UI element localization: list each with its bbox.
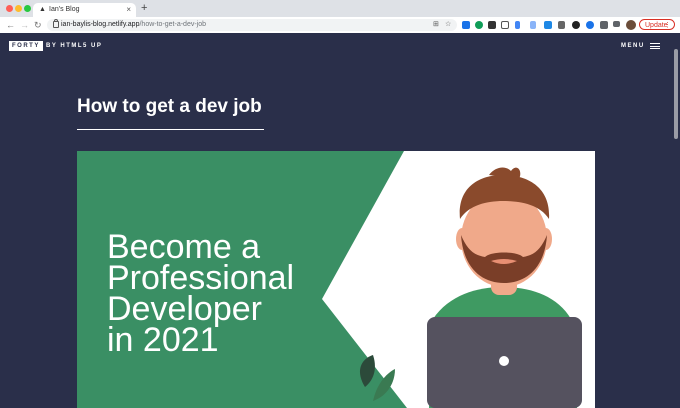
new-tab-button[interactable]: + [141,2,147,15]
bookmark-star-icon[interactable]: ☆ [445,21,451,29]
profile-avatar[interactable] [626,20,636,30]
browser-tab-bar: ▲ Ian's Blog × + [0,0,680,17]
translate-icon[interactable]: ⊞ [433,21,439,29]
back-button[interactable]: ← [6,19,15,31]
extension-icon[interactable] [572,21,580,29]
scrollbar-thumb[interactable] [674,49,678,139]
browser-toolbar: ← → ↻ ian-baylis-blog.netlify.app/how-to… [0,17,680,34]
extension-icon[interactable] [488,21,496,29]
reading-list-icon[interactable] [613,21,620,27]
page-scrollbar[interactable] [672,33,680,408]
site-logo[interactable]: FORTY [9,41,43,51]
post-title: How to get a dev job [77,96,262,117]
minimize-window-button[interactable] [15,5,22,12]
hamburger-icon[interactable] [650,43,660,49]
tab-title: Ian's Blog [49,6,80,13]
puzzle-icon[interactable] [600,21,608,29]
update-button[interactable]: Update ⋮ [639,19,675,30]
hero-line: in 2021 [107,321,219,359]
extension-icon[interactable] [530,21,536,29]
url-text[interactable]: ian-baylis-blog.netlify.app/how-to-get-a… [61,21,206,29]
site-favicon-icon: ▲ [39,6,46,13]
page-content: FORTY BY HTML5 UP MENU How to get a dev … [0,33,680,408]
more-icon[interactable]: ⋮ [664,20,671,31]
hero-headline: Become a Professional Developer in 2021 [107,230,294,359]
forward-button[interactable]: → [20,19,29,31]
extension-icon[interactable] [462,21,470,29]
url-host: ian-baylis-blog.netlify.app [61,21,140,28]
maximize-window-button[interactable] [24,5,31,12]
browser-tab[interactable]: ▲ Ian's Blog × [33,3,136,17]
url-path: /how-to-get-a-dev-job [139,21,207,28]
extension-icon[interactable] [475,21,483,29]
close-window-button[interactable] [6,5,13,12]
extension-icon[interactable] [501,21,509,29]
tab-close-icon[interactable]: × [126,5,131,15]
address-bar[interactable]: ian-baylis-blog.netlify.app/how-to-get-a… [47,19,457,31]
site-byline[interactable]: BY HTML5 UP [46,41,102,51]
extension-icon[interactable] [544,21,552,29]
site-header: FORTY BY HTML5 UP MENU [0,33,680,57]
title-underline [77,129,264,130]
extension-icon[interactable] [515,21,520,29]
menu-button[interactable]: MENU [621,41,645,51]
laptop-logo [499,356,509,366]
extension-icon[interactable] [586,21,594,29]
lock-icon[interactable] [53,19,59,28]
extension-icon[interactable] [558,21,565,29]
hero-image: Become a Professional Developer in 2021 [77,151,595,408]
reload-button[interactable]: ↻ [34,19,42,31]
